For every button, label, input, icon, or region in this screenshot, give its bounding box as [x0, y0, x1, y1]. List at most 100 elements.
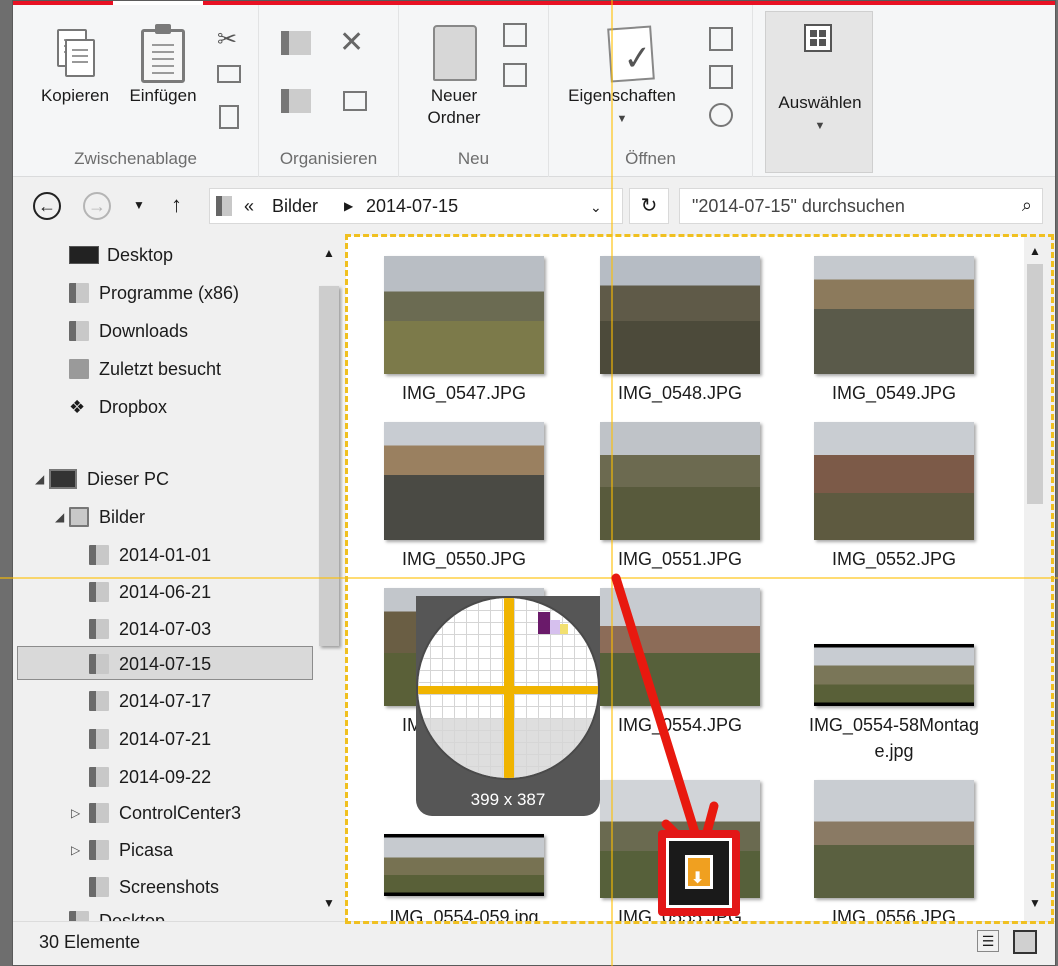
nav-item-2014-07-03[interactable]: 2014-07-03 — [89, 612, 211, 646]
properties-button[interactable]: Eigenschaften ▼ — [557, 19, 687, 127]
delete-icon[interactable]: ✕ — [339, 25, 364, 59]
forward-arrow-icon: → — [88, 196, 106, 216]
address-dropdown-icon[interactable]: ⌄ — [590, 199, 602, 216]
explorer-window: Kopieren Einfügen ✂ Zwischenablage ✕ Org… — [12, 0, 1056, 966]
nav-item-2014-01-01[interactable]: 2014-01-01 — [89, 538, 211, 572]
group-neu: Neuer Ordner Neu — [399, 5, 549, 177]
nav-item-2014-07-15[interactable]: 2014-07-15 — [17, 646, 313, 680]
scroll-up-icon[interactable]: ▲ — [323, 246, 335, 260]
forward-button[interactable]: → — [83, 192, 111, 220]
search-box[interactable]: "2014-07-15" durchsuchen ⌕ — [679, 188, 1043, 224]
nav-item-desktop[interactable]: Desktop — [69, 238, 173, 272]
magnifier: 399 x 387 — [416, 596, 600, 816]
capture-button[interactable]: ⬇ — [658, 830, 740, 916]
thumbnail — [814, 780, 974, 898]
nav-label: Screenshots — [119, 877, 220, 897]
nav-item-zuletzt-besucht[interactable]: Zuletzt besucht — [69, 352, 221, 386]
up-button[interactable]: ↑ — [171, 192, 182, 218]
thumbnail — [384, 834, 544, 896]
file-name: IMG_0547.JPG — [401, 383, 527, 403]
folder-icon — [89, 767, 109, 787]
nav-label: 2014-07-21 — [119, 729, 212, 749]
folder-icon — [89, 582, 109, 602]
details-view-icon[interactable]: ☰ — [977, 930, 999, 952]
address-bar[interactable]: « Bilder ▶ 2014-07-15 ⌄ — [209, 188, 623, 224]
select-icon — [804, 24, 832, 52]
nav-item-2014-09-22[interactable]: 2014-09-22 — [89, 760, 211, 794]
large-icons-view-icon[interactable] — [1013, 930, 1037, 954]
file-name: IMG_0548.JPG — [617, 383, 743, 403]
nav-item-bilder[interactable]: Bilder — [69, 500, 145, 534]
scroll-up-icon[interactable]: ▲ — [1029, 244, 1041, 258]
breadcrumb-current[interactable]: 2014-07-15 — [366, 196, 458, 217]
download-arrow-icon: ⬇ — [685, 855, 713, 889]
content-scroll-thumb[interactable] — [1027, 264, 1043, 504]
nav-item-screenshots[interactable]: Screenshots — [89, 870, 219, 904]
expand-bilder-icon[interactable]: ◢ — [55, 510, 64, 524]
new-item-icon[interactable] — [503, 23, 527, 47]
nav-item-2014-07-21[interactable]: 2014-07-21 — [89, 722, 211, 756]
search-icon: ⌕ — [1021, 195, 1032, 215]
breadcrumb-bilder[interactable]: Bilder — [272, 196, 318, 217]
move-to-icon[interactable] — [281, 31, 311, 55]
nav-item-programme[interactable]: Programme (x86) — [69, 276, 239, 310]
back-arrow-icon: ← — [38, 196, 56, 216]
nav-label: Zuletzt besucht — [99, 359, 222, 379]
refresh-button[interactable]: ↻ — [629, 188, 669, 224]
nav-item-dieser-pc[interactable]: Dieser PC — [49, 462, 169, 496]
file-name: IMG_0554-58Montage.jpg — [776, 712, 1012, 764]
refresh-icon: ↻ — [640, 195, 658, 217]
breadcrumb-separator-icon: ▶ — [344, 199, 354, 213]
group-label-oeffnen: Öffnen — [625, 149, 676, 168]
ribbon: Kopieren Einfügen ✂ Zwischenablage ✕ Org… — [13, 5, 1055, 177]
thumbnail — [600, 588, 760, 706]
open-icon[interactable] — [709, 27, 733, 51]
scroll-down-icon[interactable]: ▼ — [323, 896, 335, 910]
downloads-folder-icon — [69, 321, 89, 341]
copy-button[interactable]: Kopieren — [33, 19, 117, 107]
new-folder-label-1: Neuer — [430, 86, 478, 105]
cut-icon[interactable]: ✂ — [217, 25, 241, 53]
nav-item-dropbox[interactable]: ❖ Dropbox — [69, 390, 167, 424]
rename-icon[interactable] — [343, 91, 367, 111]
nav-scroll-thumb[interactable] — [319, 286, 339, 646]
file-name: IMG_0550.JPG — [401, 549, 527, 569]
nav-item-2014-06-21[interactable]: 2014-06-21 — [89, 575, 211, 609]
nav-label: 2014-07-15 — [119, 654, 212, 674]
computer-icon — [49, 469, 77, 489]
pictures-folder-icon — [69, 507, 89, 527]
file-name: IMG_0556.JPG — [831, 907, 957, 921]
folder-icon — [89, 803, 109, 823]
select-button[interactable]: Auswählen ▼ — [765, 11, 873, 173]
history-icon[interactable] — [709, 103, 733, 127]
nav-item-desktop-2[interactable]: Desktop — [69, 904, 165, 921]
breadcrumb-chevrons[interactable]: « — [244, 196, 254, 217]
recent-places-icon — [69, 359, 89, 379]
edit-icon[interactable] — [709, 65, 733, 89]
nav-item-picasa[interactable]: Picasa — [89, 833, 173, 867]
paste-shortcut-icon[interactable] — [219, 105, 239, 129]
nav-item-downloads[interactable]: Downloads — [69, 314, 188, 348]
expand-dieser-pc-icon[interactable]: ◢ — [35, 472, 44, 486]
recent-locations-dropdown[interactable]: ▼ — [133, 198, 145, 212]
thumbnail — [600, 422, 760, 540]
nav-label: 2014-07-03 — [119, 619, 212, 639]
nav-item-2014-07-17[interactable]: 2014-07-17 — [89, 684, 211, 718]
expand-controlcenter-icon[interactable]: ▷ — [71, 806, 80, 820]
group-label-organisieren: Organisieren — [279, 149, 378, 168]
nav-label: Dieser PC — [87, 469, 170, 489]
easy-access-icon[interactable] — [503, 63, 527, 87]
new-folder-button[interactable]: Neuer Ordner — [415, 19, 493, 129]
paste-button[interactable]: Einfügen — [117, 19, 209, 107]
paste-label: Einfügen — [129, 86, 197, 105]
nav-item-controlcenter3[interactable]: ControlCenter3 — [89, 796, 241, 830]
copy-to-icon[interactable] — [281, 89, 311, 113]
nav-label: Downloads — [99, 321, 189, 341]
new-folder-icon — [433, 25, 477, 81]
expand-picasa-icon[interactable]: ▷ — [71, 843, 80, 857]
copy-path-icon[interactable] — [217, 65, 241, 83]
search-input[interactable]: "2014-07-15" durchsuchen — [692, 196, 905, 217]
file-name-text: IMG_0554-58Montage.jpg — [808, 715, 980, 761]
scroll-down-icon[interactable]: ▼ — [1029, 896, 1041, 910]
back-button[interactable]: ← — [33, 192, 61, 220]
